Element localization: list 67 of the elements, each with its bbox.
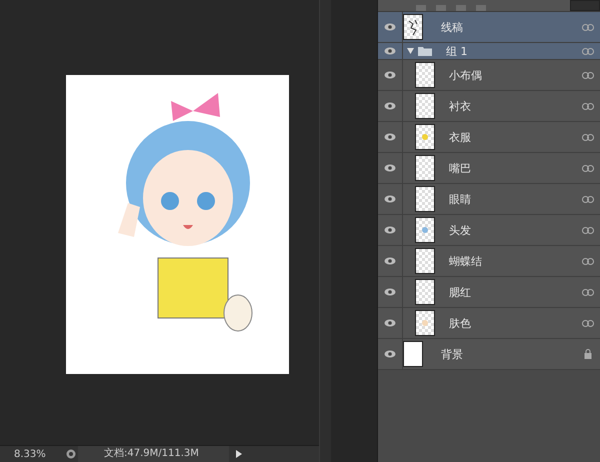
eye-icon[interactable]	[384, 288, 396, 296]
zoom-level: 8.33%	[13, 448, 47, 460]
caret-icon[interactable]	[407, 48, 414, 54]
layer-thumbnail	[403, 341, 423, 367]
link-icon	[582, 226, 594, 234]
layer-name: 蝴蝶结	[448, 254, 483, 268]
layer-thumbnail	[415, 186, 435, 212]
status-icon[interactable]	[66, 449, 76, 459]
eye-icon[interactable]	[384, 350, 396, 358]
link-icon	[582, 258, 594, 264]
link-icon	[582, 102, 594, 110]
layer-name: 线稿	[440, 20, 464, 34]
layer-thumbnail	[415, 248, 435, 274]
link-icon	[582, 320, 594, 326]
layer-thumbnail	[415, 93, 435, 119]
eye-icon[interactable]	[384, 226, 396, 234]
layer-thumbnail	[415, 62, 435, 88]
layer-row[interactable]: 线稿	[378, 12, 600, 43]
layer-thumbnail	[415, 279, 435, 305]
eye-icon[interactable]	[384, 23, 396, 31]
link-icon	[582, 24, 594, 30]
link-icon	[582, 288, 594, 296]
layer-thumbnail	[403, 14, 423, 40]
document-size-info: 文档:47.9M/111.3M	[78, 446, 229, 462]
layer-row[interactable]: 肤色	[378, 308, 600, 339]
layer-name: 小布偶	[448, 68, 483, 82]
link-icon	[582, 134, 594, 140]
layer-name: 衣服	[448, 130, 472, 144]
group-name: 组 1	[445, 44, 468, 58]
layer-name: 衬衣	[448, 98, 472, 114]
group-row[interactable]: 组 1	[378, 43, 600, 60]
fill-field[interactable]	[570, 0, 600, 11]
link-icon	[582, 48, 594, 54]
eye-icon[interactable]	[384, 71, 396, 79]
layer-thumbnail	[415, 155, 435, 181]
link-icon	[582, 72, 594, 78]
eye-icon[interactable]	[384, 257, 396, 265]
layer-row[interactable]: 嘴巴	[378, 153, 600, 184]
layer-row[interactable]: 衣服	[378, 122, 600, 153]
eye-icon[interactable]	[384, 102, 396, 110]
link-icon	[582, 164, 594, 172]
layer-name: 头发	[448, 222, 472, 238]
layer-thumbnail	[415, 217, 435, 243]
layer-name: 嘴巴	[448, 160, 472, 176]
folder-icon	[418, 46, 432, 56]
eye-icon[interactable]	[384, 47, 396, 55]
layer-name: 腮红	[448, 284, 472, 300]
eye-icon[interactable]	[384, 133, 396, 141]
eye-icon[interactable]	[384, 319, 396, 327]
layer-thumbnail	[415, 124, 435, 150]
layer-name: 肤色	[448, 316, 472, 330]
layer-name: 背景	[440, 346, 464, 362]
play-arrow-icon[interactable]	[235, 449, 243, 459]
layer-row[interactable]: 小布偶	[378, 60, 600, 91]
eye-icon[interactable]	[384, 164, 396, 172]
lock-icon	[584, 349, 592, 359]
layer-row[interactable]: 头发	[378, 215, 600, 246]
layer-row[interactable]: 眼睛	[378, 184, 600, 215]
layer-row[interactable]: 背景	[378, 339, 600, 370]
vertical-scrollbar[interactable]	[318, 0, 331, 462]
link-icon	[582, 196, 594, 202]
layer-row[interactable]: 衬衣	[378, 91, 600, 122]
layer-row[interactable]: 蝴蝶结	[378, 246, 600, 277]
eye-icon[interactable]	[384, 195, 396, 203]
layer-thumbnail	[415, 310, 435, 336]
layer-name: 眼睛	[448, 192, 472, 206]
layer-row[interactable]: 腮红	[378, 277, 600, 308]
